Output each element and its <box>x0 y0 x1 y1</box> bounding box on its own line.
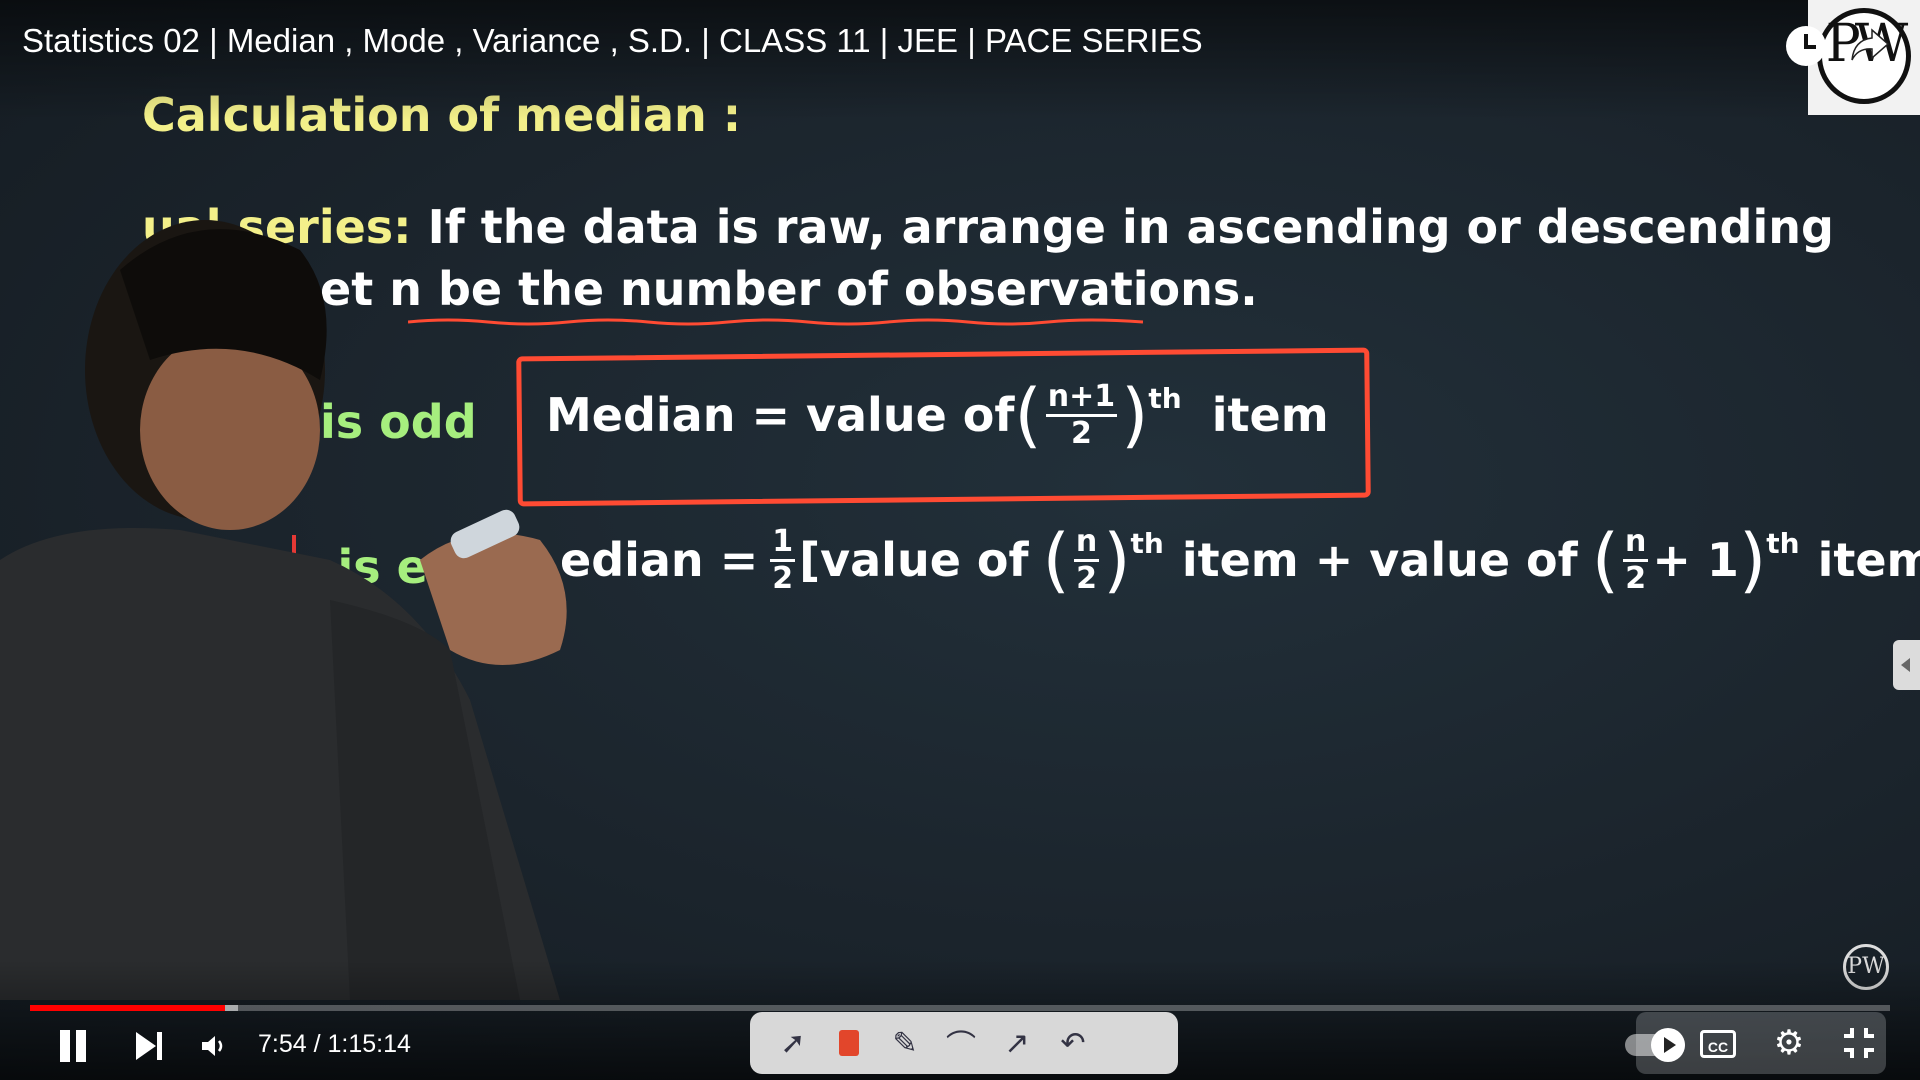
autoplay-play-icon <box>1651 1028 1685 1062</box>
side-panel-toggle[interactable] <box>1893 640 1920 690</box>
top-gradient <box>0 0 1920 120</box>
exit-fullscreen-icon[interactable] <box>1840 1024 1878 1062</box>
video-frame[interactable]: Calculation of median : ual series: If t… <box>0 0 1920 1080</box>
pen-icon[interactable]: ✎ <box>882 1023 928 1063</box>
volume-icon[interactable] <box>200 1032 228 1060</box>
share-icon[interactable] <box>1848 22 1892 66</box>
video-title[interactable]: Statistics 02 | Median , Mode , Variance… <box>22 22 1203 60</box>
time-display: 7:54 / 1:15:14 <box>258 1030 411 1058</box>
pause-button[interactable] <box>58 1030 88 1062</box>
pointer-icon[interactable]: ➚ <box>770 1023 816 1063</box>
undo-icon[interactable]: ↶ <box>1050 1023 1096 1063</box>
curve-icon[interactable]: ⌒ <box>938 1023 984 1064</box>
presenter <box>0 220 567 1000</box>
progress-played <box>30 1005 226 1011</box>
settings-gear-icon[interactable]: ⚙ <box>1770 1024 1808 1062</box>
arrow-icon[interactable]: ↗ <box>994 1023 1040 1063</box>
autoplay-toggle[interactable] <box>1625 1028 1685 1062</box>
subtitles-button[interactable]: CC <box>1700 1030 1736 1058</box>
eraser-icon[interactable] <box>826 1023 872 1063</box>
next-button[interactable] <box>136 1032 166 1060</box>
progress-bar[interactable] <box>30 1005 1890 1011</box>
annotation-toolbar: ➚ ✎ ⌒ ↗ ↶ <box>750 1012 1178 1074</box>
watch-later-icon[interactable] <box>1786 26 1826 66</box>
